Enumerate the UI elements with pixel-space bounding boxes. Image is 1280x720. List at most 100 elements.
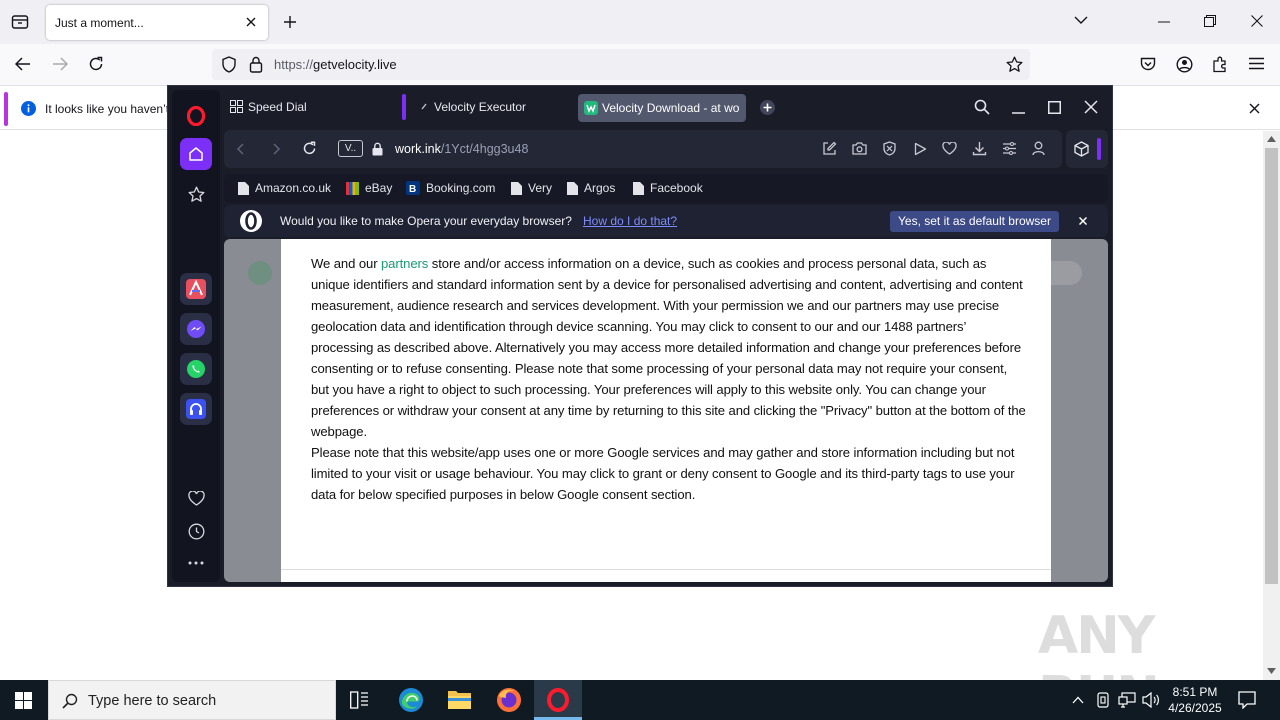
network-icon[interactable] — [1118, 692, 1136, 708]
task-view-icon[interactable] — [350, 691, 369, 709]
volume-icon[interactable] — [1142, 692, 1160, 708]
tab-speed-dial[interactable]: Speed Dial — [248, 100, 307, 114]
account-icon[interactable] — [1176, 56, 1193, 73]
opera-url-path: /1Yct/4hgg3u48 — [440, 142, 529, 156]
lock-icon[interactable] — [249, 56, 263, 73]
windows-start-icon[interactable] — [15, 692, 32, 709]
scrollbar-thumb[interactable] — [1265, 148, 1278, 584]
close-window-icon[interactable] — [1251, 15, 1263, 27]
consent-intro: We and our — [311, 256, 378, 271]
restore-icon[interactable] — [1204, 15, 1216, 27]
easy-setup-icon[interactable] — [1002, 142, 1017, 155]
tab-velocity-executor[interactable]: Velocity Executor — [434, 100, 526, 114]
bookmark-booking-label: Booking.com — [426, 181, 496, 195]
notifications-icon[interactable] — [1238, 691, 1256, 709]
banner-close-icon[interactable] — [1079, 217, 1087, 225]
bookmark-star-icon[interactable] — [1006, 56, 1023, 73]
opera-banner-logo-icon — [240, 210, 262, 232]
tray-device-icon[interactable] — [1096, 692, 1110, 708]
close-tab-icon[interactable] — [245, 16, 257, 28]
pocket-icon[interactable] — [1140, 57, 1156, 72]
bookmark-amazon[interactable]: Amazon.co.uk — [238, 181, 331, 195]
taskbar-search-box[interactable]: Type here to search — [48, 680, 336, 720]
tab-island-marker — [402, 94, 406, 120]
scroll-up-icon[interactable] — [1267, 136, 1276, 142]
downloads-icon[interactable] — [972, 141, 987, 156]
bookmark-booking[interactable]: B Booking.com — [406, 181, 495, 195]
url-bar[interactable]: https://getvelocity.live — [212, 49, 1030, 80]
ebay-favicon-icon — [346, 181, 359, 195]
taskbar-opera-button[interactable] — [534, 680, 582, 720]
firefox-tab[interactable]: Just a moment... — [46, 5, 268, 40]
workink-favicon-icon — [584, 101, 598, 115]
url-text[interactable]: https://getvelocity.live — [274, 57, 397, 72]
page-scrollbar[interactable] — [1263, 131, 1280, 680]
adblock-shield-icon[interactable] — [882, 141, 897, 156]
history-clock-icon[interactable] — [180, 515, 212, 547]
bookmarks-star-icon[interactable] — [180, 178, 212, 210]
taskbar-clock[interactable]: 8:51 PM 4/26/2025 — [1160, 684, 1230, 716]
opera-reload-icon[interactable] — [302, 141, 317, 156]
opera-logo-icon[interactable] — [187, 106, 205, 126]
tracking-shield-icon[interactable] — [221, 56, 237, 73]
consent-paragraph-2: Please note that this website/app uses o… — [311, 445, 1015, 502]
new-tab-plus-icon[interactable] — [760, 100, 775, 115]
consent-paragraph-1: We and our partners store and/or access … — [311, 253, 1026, 442]
extensions-puzzle-icon[interactable] — [1212, 56, 1229, 73]
tab-velocity-download[interactable]: Velocity Download - at wo — [578, 94, 746, 122]
forward-arrow-icon — [52, 57, 68, 71]
music-player-icon[interactable] — [180, 393, 212, 425]
consent-dialog: We and our partners store and/or access … — [281, 239, 1051, 582]
vpn-badge[interactable]: V.. — [338, 140, 363, 157]
camera-snapshot-icon[interactable] — [852, 142, 867, 155]
opera-ai-pane[interactable] — [1066, 130, 1108, 168]
partners-link[interactable]: partners — [381, 256, 428, 271]
tab-overview-icon[interactable] — [11, 14, 29, 30]
file-explorer-icon[interactable] — [448, 689, 471, 709]
how-do-i-do-that-link[interactable]: How do I do that? — [583, 214, 677, 228]
opera-taskbar-icon — [546, 688, 570, 712]
cube-icon[interactable] — [1074, 141, 1089, 157]
opera-maximize-icon[interactable] — [1048, 101, 1061, 114]
consent-text: We and our partners store and/or access … — [311, 253, 1026, 505]
firefox-nav-bar: https://getvelocity.live — [0, 44, 1280, 86]
show-hidden-icons-chevron-icon[interactable] — [1072, 696, 1084, 704]
menu-hamburger-icon[interactable] — [1249, 57, 1264, 70]
list-tabs-chevron-icon[interactable] — [1074, 15, 1088, 25]
whatsapp-icon[interactable] — [180, 353, 212, 385]
add-favorite-heart-icon[interactable] — [942, 142, 957, 155]
set-default-browser-button[interactable]: Yes, set it as default browser — [890, 211, 1059, 232]
consent-body: store and/or access information on a dev… — [311, 256, 1026, 439]
page-icon — [567, 181, 578, 195]
search-icon[interactable] — [974, 99, 990, 115]
bookmark-ebay-label: eBay — [365, 181, 393, 195]
profile-icon[interactable] — [1032, 141, 1045, 156]
bookmark-very[interactable]: Very — [511, 181, 552, 195]
notification-close-icon[interactable] — [1249, 103, 1260, 114]
opera-url-text[interactable]: work.ink/1Yct/4hgg3u48 — [395, 142, 528, 156]
opera-close-icon[interactable] — [1084, 100, 1098, 114]
bookmark-facebook[interactable]: Facebook — [633, 181, 703, 195]
opera-minimize-icon[interactable] — [1012, 112, 1025, 114]
bookmark-ebay[interactable]: eBay — [346, 181, 392, 195]
send-play-icon[interactable] — [914, 142, 927, 156]
edit-note-icon[interactable] — [822, 141, 837, 156]
speed-dial-grid-icon — [230, 100, 243, 113]
notification-accent — [4, 92, 8, 126]
opera-lock-icon[interactable] — [372, 142, 383, 156]
firefox-icon[interactable] — [496, 687, 522, 713]
windows-taskbar: Type here to search 8:51 PM 4/26/2025 — [0, 680, 1280, 720]
minimize-icon[interactable] — [1158, 21, 1170, 23]
reload-icon[interactable] — [88, 56, 104, 72]
bookmark-argos[interactable]: Argos — [567, 181, 615, 195]
more-dots-icon[interactable] — [180, 547, 212, 579]
aria-ai-icon[interactable] — [180, 273, 212, 305]
heart-icon[interactable] — [180, 482, 212, 514]
opera-address-bar[interactable]: V.. work.ink/1Yct/4hgg3u48 — [224, 130, 1062, 168]
back-arrow-icon[interactable] — [15, 57, 31, 71]
edge-icon[interactable] — [398, 687, 424, 713]
messenger-icon[interactable] — [180, 313, 212, 345]
home-icon[interactable] — [180, 138, 212, 170]
new-tab-icon[interactable] — [282, 14, 298, 30]
default-browser-banner: Would you like to make Opera your everyd… — [224, 205, 1108, 237]
